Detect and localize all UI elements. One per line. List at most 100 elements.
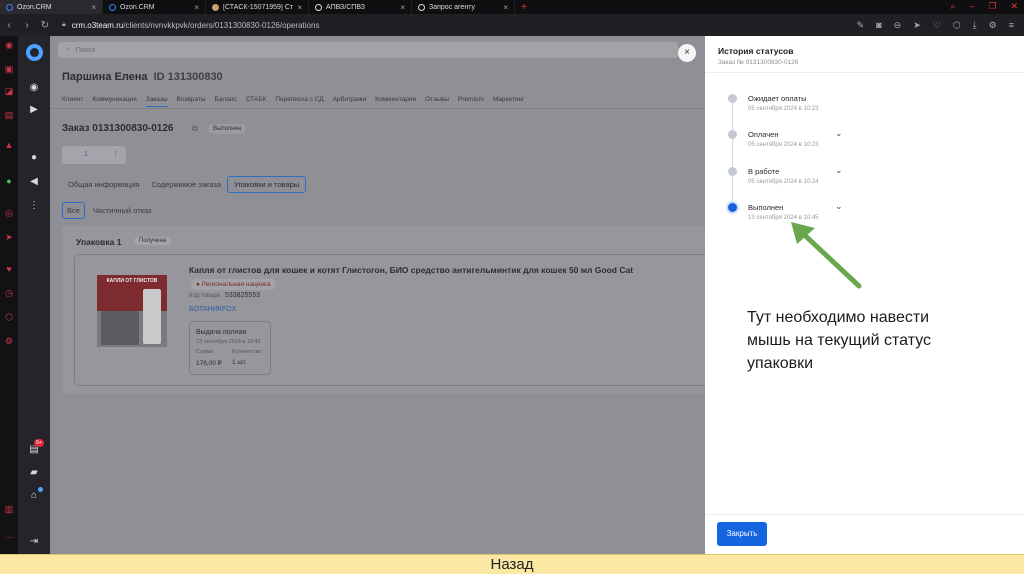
reload-icon[interactable]: ↻ bbox=[36, 20, 54, 31]
close-tab-icon[interactable]: × bbox=[297, 3, 302, 12]
record-icon[interactable]: ◎ bbox=[4, 208, 14, 218]
calendar-icon[interactable]: ▤ bbox=[4, 110, 14, 120]
bookmark-icon[interactable]: ♡ bbox=[933, 20, 941, 31]
tab-premium[interactable]: Premium bbox=[458, 96, 484, 107]
fire-icon[interactable]: ▲ bbox=[4, 140, 14, 150]
logout-icon[interactable]: ⇥ bbox=[28, 536, 40, 548]
opera-icon[interactable]: ◉ bbox=[4, 40, 14, 50]
tab-arbitration[interactable]: Арбитражи bbox=[333, 96, 367, 107]
divider bbox=[705, 72, 1024, 73]
browser-tab[interactable]: Запрос агенту × bbox=[412, 0, 515, 14]
tab-client[interactable]: Клиент bbox=[62, 96, 83, 107]
send-icon[interactable]: ➤ bbox=[913, 20, 921, 31]
chat-icon[interactable]: ▰ bbox=[28, 467, 40, 479]
chevron-down-icon[interactable]: ⌄ bbox=[835, 201, 843, 212]
browser-sidebar: ◉ ▣ ◪ ▤ ▲ ● ◎ ➤ ♥ ◷ ⬡ ⚙ ▥ ⋯ bbox=[0, 36, 18, 554]
order-counter: 1 ⋮ bbox=[62, 146, 126, 164]
product-name[interactable]: Капля от глистов для кошек и котят Глист… bbox=[189, 265, 705, 275]
more-vertical-icon[interactable]: ⋮ bbox=[112, 150, 119, 158]
twitch-icon[interactable]: ◪ bbox=[4, 86, 14, 96]
package-title: Упаковка 1 bbox=[76, 237, 122, 247]
chevron-down-icon[interactable]: ⌄ bbox=[835, 165, 843, 176]
close-tab-icon[interactable]: × bbox=[400, 3, 405, 12]
annotation-arrow bbox=[791, 222, 862, 289]
brand-link[interactable]: БОТАНИКFOX bbox=[189, 306, 236, 313]
gear-icon[interactable]: ⚙ bbox=[4, 336, 14, 346]
chevron-down-icon[interactable]: ⌄ bbox=[835, 128, 843, 139]
send-icon[interactable]: ➤ bbox=[4, 232, 14, 242]
menu-icon[interactable]: ≡ bbox=[1009, 20, 1014, 31]
wallet-icon[interactable]: ▥ bbox=[4, 504, 14, 514]
home-icon[interactable]: ⌂ bbox=[28, 490, 40, 502]
tab-packages[interactable]: Упаковки и товары bbox=[227, 176, 307, 193]
more-icon[interactable]: ⋯ bbox=[4, 532, 14, 542]
tab-reviews[interactable]: Отзывы bbox=[425, 96, 449, 107]
gear-icon[interactable]: ⚙ bbox=[989, 20, 997, 31]
play-icon[interactable]: ▶ bbox=[28, 104, 40, 116]
close-drawer-icon[interactable]: × bbox=[678, 44, 696, 62]
heart-icon[interactable]: ♥ bbox=[4, 264, 14, 274]
browser-tab[interactable]: Ozon.CRM × bbox=[103, 0, 206, 14]
tab-sd-chat[interactable]: Переписка с СД bbox=[275, 96, 323, 107]
close-window-icon[interactable]: ✕ bbox=[1010, 1, 1018, 12]
clock-icon[interactable]: ◷ bbox=[4, 288, 14, 298]
new-tab-button[interactable]: + bbox=[515, 0, 535, 14]
filter-partial-refusal[interactable]: Частичный отказ bbox=[89, 203, 156, 218]
browser-tab[interactable]: АПВЗ/СПВЗ × bbox=[309, 0, 412, 14]
copy-icon[interactable]: ⧉ bbox=[192, 124, 198, 134]
tab-balance[interactable]: Баланс bbox=[215, 96, 237, 107]
status-dot bbox=[728, 130, 737, 139]
browser-tab[interactable]: Ozon.CRM × bbox=[0, 0, 103, 14]
shop-icon[interactable]: ▣ bbox=[4, 64, 14, 74]
package-card: Упаковка 1 Получена КАПЛИ ОТ ГЛИСТОВ Кап… bbox=[62, 226, 705, 394]
tab-orders[interactable]: Заказы bbox=[145, 96, 168, 107]
jira-icon bbox=[212, 3, 219, 11]
issue-card: Выдача полная 13 сентября 2024 в 10:45 С… bbox=[189, 321, 271, 375]
tab-comments[interactable]: Комментарии bbox=[375, 96, 416, 107]
status-name[interactable]: Оплачен bbox=[748, 130, 779, 139]
package-filters: Все Частичный отказ bbox=[62, 202, 156, 219]
tab-order-contents[interactable]: Содержимое заказа bbox=[145, 177, 227, 192]
edit-icon[interactable]: ✎ bbox=[857, 20, 865, 31]
product-image[interactable]: КАПЛИ ОТ ГЛИСТОВ bbox=[97, 275, 167, 347]
status-dot bbox=[38, 487, 43, 492]
crm-logo[interactable] bbox=[26, 44, 43, 61]
status-name[interactable]: Ожидает оплаты bbox=[748, 94, 806, 103]
user-icon[interactable]: ● bbox=[28, 152, 40, 164]
ozon-icon bbox=[6, 3, 13, 11]
close-button[interactable]: Закрыть bbox=[717, 522, 767, 546]
filter-all[interactable]: Все bbox=[62, 202, 85, 219]
camera-icon[interactable]: ◙ bbox=[876, 20, 881, 31]
close-tab-icon[interactable]: × bbox=[194, 3, 199, 12]
close-tab-icon[interactable]: × bbox=[91, 3, 96, 12]
order-subtabs: Общая информация Содержимое заказа Упако… bbox=[62, 176, 307, 193]
tab-stabk[interactable]: СТАБК bbox=[246, 96, 267, 107]
browser-tab[interactable]: [СТАСК-15071959] Статус и× bbox=[206, 0, 309, 14]
back-icon[interactable]: ‹ bbox=[0, 20, 18, 31]
zoom-icon[interactable]: ⊖ bbox=[894, 20, 902, 31]
forward-icon[interactable]: › bbox=[18, 20, 36, 31]
target-icon[interactable]: ◉ bbox=[28, 82, 40, 94]
status-name[interactable]: В работе bbox=[748, 167, 779, 176]
status-dot-current bbox=[728, 203, 737, 212]
package-item: КАПЛИ ОТ ГЛИСТОВ Капля от глистов для ко… bbox=[74, 254, 705, 386]
status-name-current[interactable]: Выполнен bbox=[748, 203, 783, 212]
tab-marketing[interactable]: Маркетинг bbox=[493, 96, 525, 107]
tab-communication[interactable]: Коммуникация bbox=[92, 96, 136, 107]
crm-rail: ◉ ▶ ● ◀ ⋮ ▤ 9+ ▰ ⌂ ⇥ bbox=[18, 36, 50, 554]
tab-general-info[interactable]: Общая информация bbox=[62, 177, 145, 192]
whatsapp-icon[interactable]: ● bbox=[4, 176, 14, 186]
back-button[interactable]: Назад bbox=[0, 554, 1024, 574]
url-field[interactable]: crm.o3team.ru/clients/nvnvkkpvk/orders/0… bbox=[72, 21, 320, 30]
search-input[interactable]: ⌕ Поиск bbox=[58, 42, 678, 58]
cube-icon[interactable]: ⬡ bbox=[4, 312, 14, 322]
megaphone-icon[interactable]: ◀ bbox=[28, 176, 40, 188]
close-tab-icon[interactable]: × bbox=[503, 3, 508, 12]
maximize-icon[interactable]: ❐ bbox=[988, 1, 996, 12]
cube-icon[interactable]: ⬡ bbox=[953, 20, 961, 31]
search-tabs-icon[interactable]: ⌕ bbox=[950, 1, 955, 12]
minimize-icon[interactable]: – bbox=[969, 1, 974, 12]
more-vertical-icon[interactable]: ⋮ bbox=[28, 200, 40, 212]
download-icon[interactable]: ⤓ bbox=[973, 20, 977, 31]
tab-returns[interactable]: Возвраты bbox=[177, 96, 206, 107]
